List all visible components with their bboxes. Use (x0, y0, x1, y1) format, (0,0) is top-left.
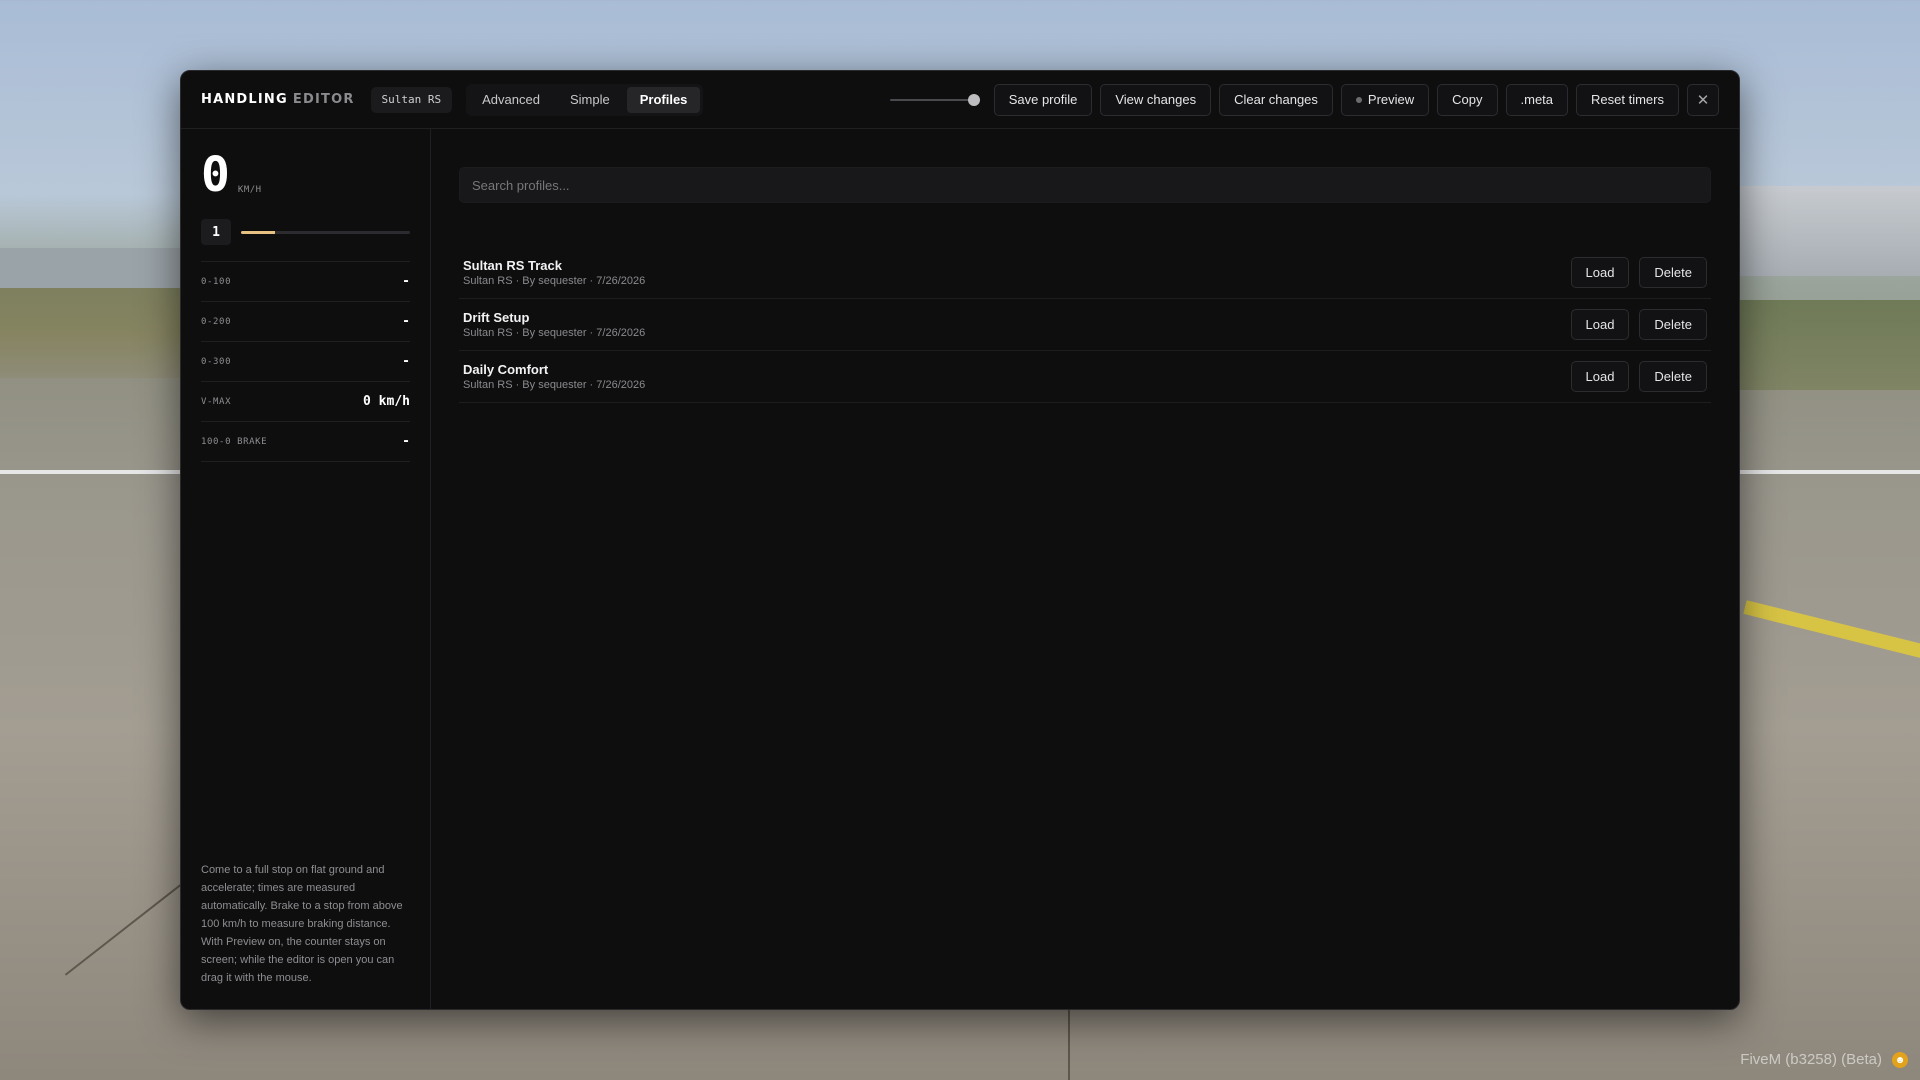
app-title-primary: HANDLING (201, 92, 288, 107)
profile-info: Drift Setup Sultan RS · By sequester · 7… (463, 310, 645, 339)
fivem-logo-icon: ☻ (1892, 1052, 1908, 1068)
stat-label: 100-0 BRAKE (201, 436, 268, 447)
profile-actions: Load Delete (1570, 361, 1707, 392)
profile-name: Drift Setup (463, 310, 530, 325)
profile-info: Daily Comfort Sultan RS · By sequester ·… (463, 362, 645, 391)
header-actions: Save profile View changes Clear changes … (889, 83, 1719, 116)
close-icon[interactable]: ✕ (1687, 83, 1719, 116)
reset-timers-button[interactable]: Reset timers (1576, 83, 1679, 116)
stat-row-0-200: 0-200 - (201, 302, 410, 342)
tab-profiles[interactable]: Profiles (626, 86, 701, 113)
crack-bottom (1068, 1010, 1070, 1080)
save-profile-button[interactable]: Save profile (993, 83, 1093, 116)
profile-row: Sultan RS Track Sultan RS · By sequester… (459, 247, 1711, 299)
stat-value: - (402, 354, 410, 369)
profile-info: Sultan RS Track Sultan RS · By sequester… (463, 258, 645, 287)
stat-row-vmax: V-MAX 0 km/h (201, 382, 410, 422)
preview-label: Preview (1367, 92, 1415, 107)
preview-button[interactable]: Preview (1340, 83, 1430, 116)
profile-list: Sultan RS Track Sultan RS · By sequester… (459, 247, 1711, 403)
fivem-build-label: FiveM (b3258) (Beta) (1740, 1051, 1882, 1068)
tab-advanced[interactable]: Advanced (469, 87, 553, 113)
speedometer: 0 KM/H (201, 151, 410, 199)
runway-stripe-right (1740, 470, 1920, 474)
speed-unit: KM/H (237, 185, 262, 195)
profile-row: Drift Setup Sultan RS · By sequester · 7… (459, 299, 1711, 351)
gear-value: 1 (201, 219, 231, 245)
profile-row: Daily Comfort Sultan RS · By sequester ·… (459, 351, 1711, 403)
search-profiles-input[interactable] (459, 167, 1711, 203)
load-profile-button[interactable]: Load (1570, 361, 1630, 392)
profile-actions: Load Delete (1570, 309, 1707, 340)
grass-right (1740, 300, 1920, 390)
load-profile-button[interactable]: Load (1570, 257, 1630, 288)
editor-header: HANDLING EDITOR Sultan RS Advanced Simpl… (181, 71, 1739, 129)
rpm-fill (241, 230, 275, 234)
profiles-panel: Sultan RS Track Sultan RS · By sequester… (431, 129, 1739, 1009)
stat-label: V-MAX (201, 396, 232, 407)
app-title-secondary: EDITOR (292, 92, 355, 107)
app-title: HANDLING EDITOR (201, 92, 355, 107)
meta-button[interactable]: .meta (1505, 83, 1569, 116)
telemetry-sidebar: 0 KM/H 1 0-100 - 0-200 - 0-300 - V-MAX 0… (181, 129, 431, 1009)
tab-simple[interactable]: Simple (557, 87, 623, 113)
profile-meta: Sultan RS · By sequester · 7/26/2026 (463, 327, 646, 339)
stat-row-brake: 100-0 BRAKE - (201, 422, 410, 462)
stat-value: - (402, 434, 410, 449)
stat-value: - (402, 314, 410, 329)
view-changes-button[interactable]: View changes (1100, 83, 1212, 116)
slider-track (889, 98, 980, 101)
runway-stripe-left (0, 470, 180, 474)
hangar-left (0, 248, 200, 288)
clear-changes-button[interactable]: Clear changes (1219, 83, 1333, 116)
mode-tabs: Advanced Simple Profiles (466, 83, 704, 116)
delete-profile-button[interactable]: Delete (1639, 309, 1707, 340)
rpm-bar (241, 230, 410, 234)
stat-row-0-300: 0-300 - (201, 342, 410, 382)
stat-label: 0-100 (201, 276, 232, 287)
stat-value: - (402, 274, 410, 289)
editor-body: 0 KM/H 1 0-100 - 0-200 - 0-300 - V-MAX 0… (181, 129, 1739, 1009)
stat-label: 0-200 (201, 316, 232, 327)
profile-actions: Load Delete (1570, 257, 1707, 288)
preview-status-dot-icon (1355, 96, 1362, 103)
profile-meta: Sultan RS · By sequester · 7/26/2026 (463, 379, 646, 391)
load-profile-button[interactable]: Load (1570, 309, 1630, 340)
profile-name: Daily Comfort (463, 362, 549, 377)
handling-editor-window: HANDLING EDITOR Sultan RS Advanced Simpl… (180, 70, 1740, 1010)
timing-hint: Come to a full stop on flat ground and a… (201, 864, 403, 984)
slider-thumb[interactable] (967, 93, 980, 106)
vehicle-chip: Sultan RS (370, 86, 453, 113)
profile-meta: Sultan RS · By sequester · 7/26/2026 (463, 275, 646, 287)
stat-row-0-100: 0-100 - (201, 262, 410, 302)
terminal-right (1740, 186, 1920, 276)
delete-profile-button[interactable]: Delete (1639, 361, 1707, 392)
stat-label: 0-300 (201, 356, 232, 367)
stat-value: 0 km/h (363, 394, 410, 409)
profile-name: Sultan RS Track (463, 258, 562, 273)
delete-profile-button[interactable]: Delete (1639, 257, 1707, 288)
speed-value: 0 (201, 147, 230, 203)
opacity-slider[interactable] (889, 90, 980, 110)
gear-indicator: 1 (201, 219, 410, 245)
timing-stats: 0-100 - 0-200 - 0-300 - V-MAX 0 km/h 100… (201, 261, 410, 462)
copy-button[interactable]: Copy (1437, 83, 1498, 116)
